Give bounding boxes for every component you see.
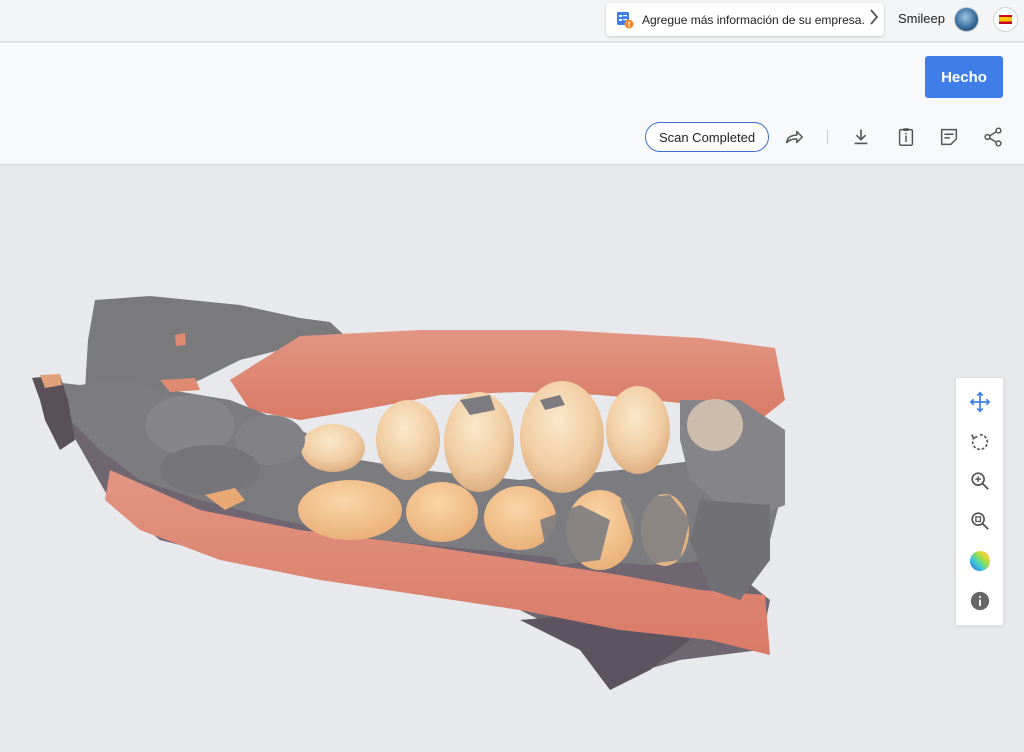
avatar[interactable] xyxy=(954,7,979,32)
share-icon[interactable] xyxy=(981,125,1005,149)
zoom-in-icon[interactable] xyxy=(968,469,992,493)
top-bar: Agregue más información de su empresa. S… xyxy=(0,0,1024,42)
zoom-fit-icon[interactable] xyxy=(968,509,992,533)
company-info-notice[interactable]: Agregue más información de su empresa. xyxy=(606,3,884,36)
dental-scan-model[interactable] xyxy=(0,166,1024,752)
toolbar-divider xyxy=(827,130,828,144)
scan-status-label: Scan Completed xyxy=(658,129,756,145)
move-icon[interactable] xyxy=(968,390,992,414)
scan-header: Hecho Scan Completed xyxy=(0,43,1024,165)
done-button[interactable]: Hecho xyxy=(925,56,1003,98)
note-icon[interactable] xyxy=(937,125,961,149)
language-flag-icon[interactable] xyxy=(993,7,1018,32)
info-icon[interactable] xyxy=(968,589,992,613)
company-info-icon xyxy=(616,11,634,29)
username[interactable]: Smileep xyxy=(898,11,945,26)
rotate-icon[interactable] xyxy=(968,430,992,454)
company-info-text: Agregue más información de su empresa. xyxy=(642,12,865,27)
view-tools-panel xyxy=(955,377,1004,626)
scan-status-badge: Scan Completed xyxy=(645,122,769,152)
redirect-arrow-icon[interactable] xyxy=(782,125,806,149)
download-icon[interactable] xyxy=(849,125,873,149)
chevron-right-icon xyxy=(865,9,884,30)
3d-viewport[interactable] xyxy=(0,166,1024,752)
color-map-icon[interactable] xyxy=(968,549,992,573)
clipboard-info-icon[interactable] xyxy=(894,125,918,149)
